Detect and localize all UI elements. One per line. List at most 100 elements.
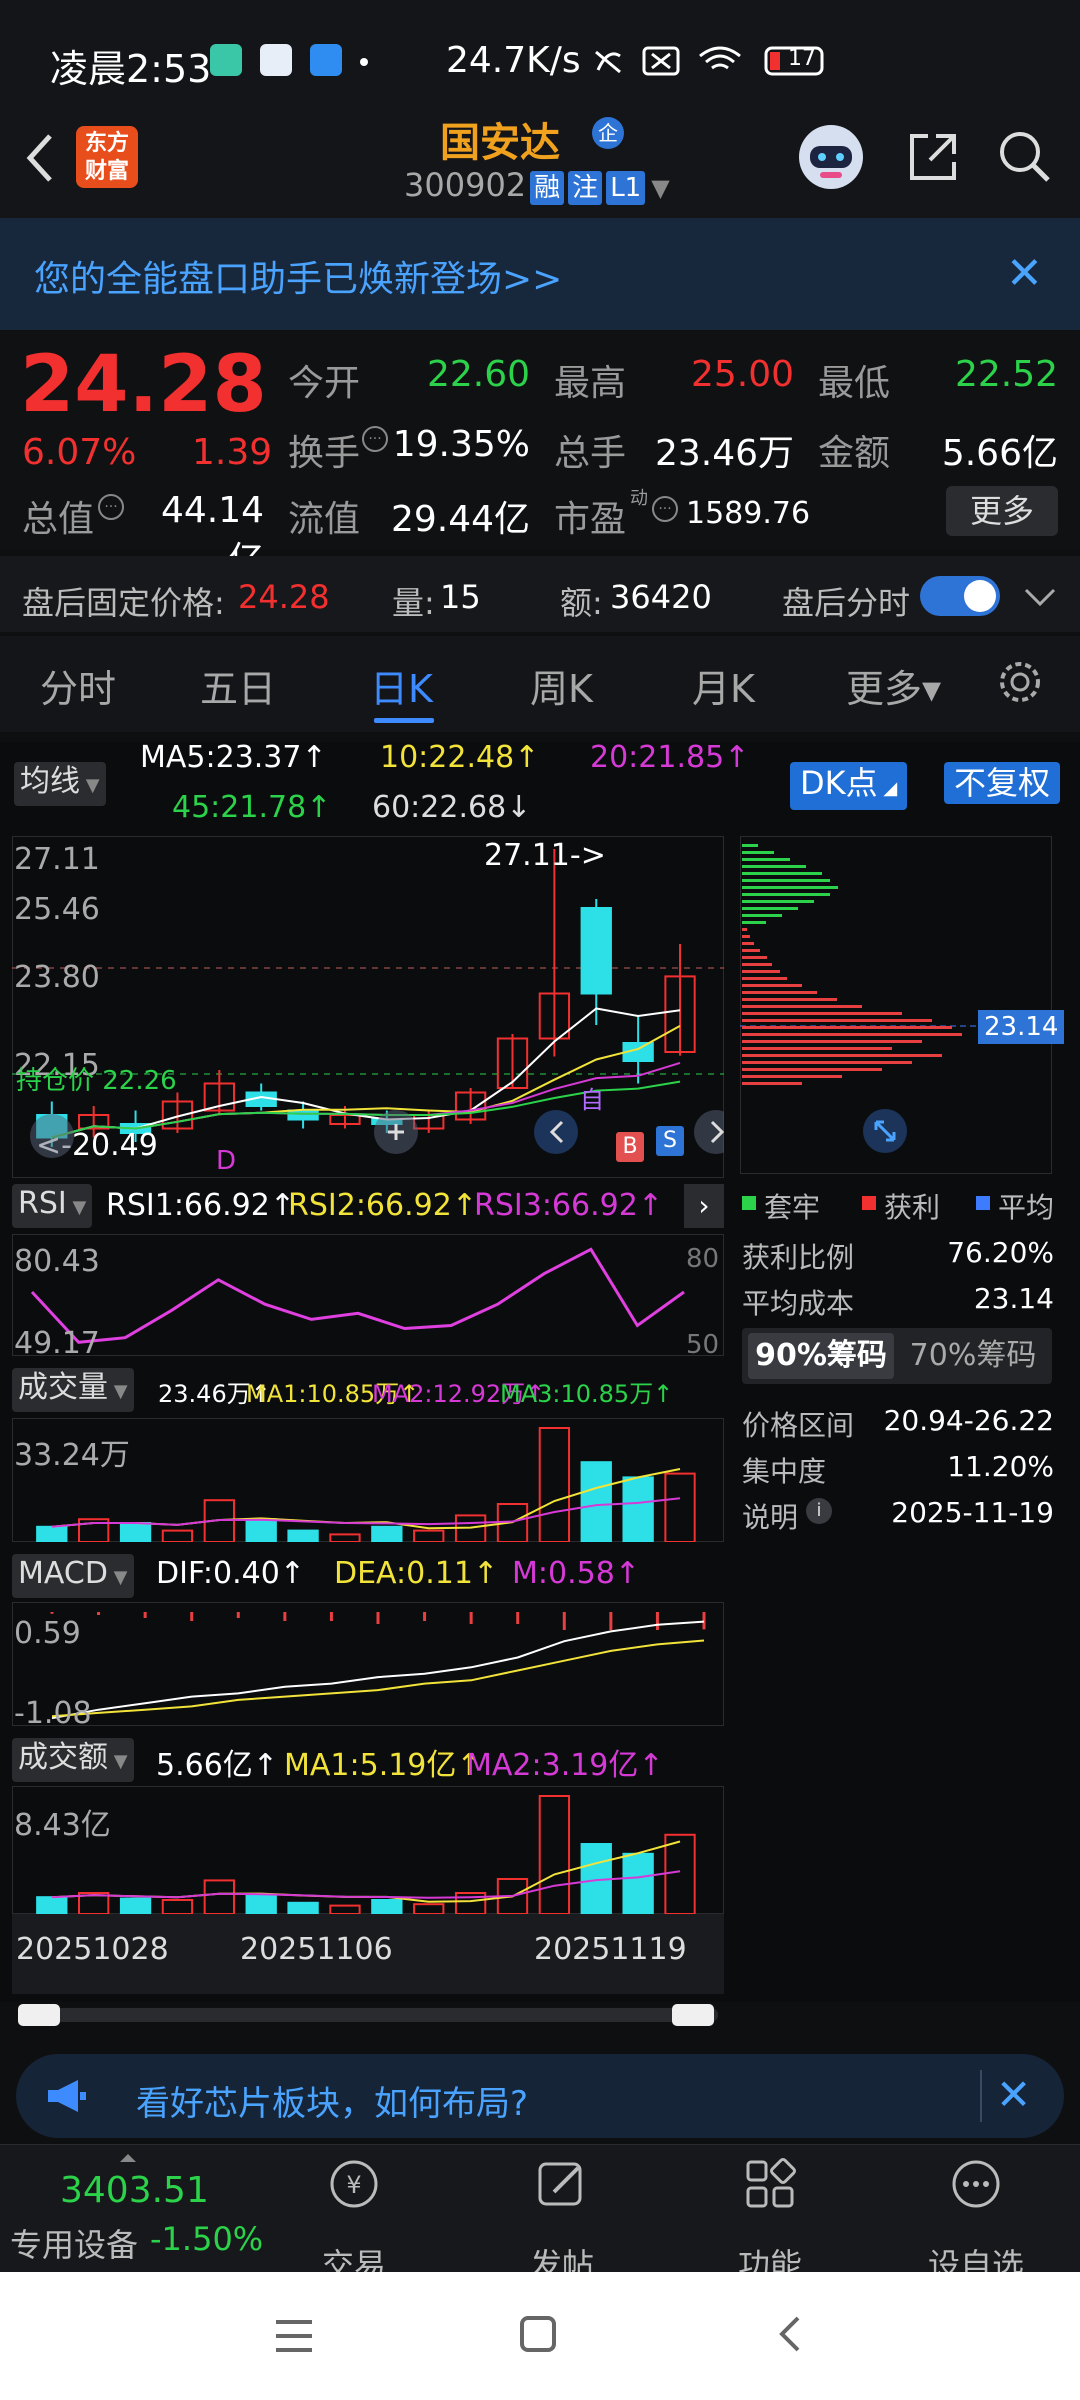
search-icon[interactable] <box>996 128 1052 184</box>
rsi-y-top: 80.43 <box>14 1244 100 1279</box>
notice-text[interactable]: 看好芯片板块，如何布局? <box>136 2076 528 2125</box>
volume-bar <box>119 1522 152 1542</box>
rsi-selector-label: RSI <box>18 1186 67 1221</box>
function-icon[interactable] <box>742 2156 798 2212</box>
fuquan-button[interactable]: 不复权 <box>944 762 1061 804</box>
share-icon[interactable] <box>906 130 960 184</box>
stock-code-line[interactable]: 300902 融注 L1 ▼ <box>404 166 670 205</box>
peak-price-label: 27.11-> <box>484 838 606 873</box>
tab-daily-k[interactable]: 日K <box>370 658 433 713</box>
avg-cost-tag: 23.14 <box>978 1010 1065 1044</box>
sector-index[interactable]: 3403.51 专用设备 -1.50% <box>0 2150 263 2270</box>
tab-intraday[interactable]: 分时 <box>40 658 116 713</box>
volume-bar <box>245 1518 277 1542</box>
high-value: 25.00 <box>690 354 794 395</box>
range-scrollbar[interactable] <box>18 2008 718 2022</box>
open-label: 今开 <box>288 363 361 404</box>
amount-ma1: MA1:5.19亿↑ <box>284 1748 482 1783</box>
dk-point-button[interactable]: DK点 ◢ <box>790 762 908 810</box>
volume-bar <box>161 1529 194 1542</box>
chevron-right-icon[interactable]: › <box>684 1184 724 1228</box>
tab-weekly-k[interactable]: 周K <box>530 658 593 713</box>
ma20-label: 20:21.85↑ <box>590 740 750 775</box>
amount-bar <box>413 1903 445 1914</box>
legend-avg-swatch <box>976 1196 990 1210</box>
info-icon[interactable]: ··· <box>98 494 124 520</box>
dea-line <box>51 1639 705 1718</box>
trade-icon[interactable]: ¥ <box>326 2156 382 2212</box>
post-icon[interactable] <box>534 2156 590 2212</box>
low-label: 最低 <box>818 363 891 404</box>
range-handle-right[interactable] <box>672 2004 714 2026</box>
rsi3-label: RSI3:66.92↑ <box>474 1188 663 1223</box>
amount-chart <box>36 1795 696 1914</box>
chip-bar-trapped <box>742 886 838 889</box>
macd-m: M:0.58↑ <box>512 1556 640 1591</box>
amount-bar <box>371 1899 403 1914</box>
tab-more[interactable]: 更多▾ <box>846 658 941 713</box>
expand-icon[interactable] <box>860 1106 910 1156</box>
chevron-down-icon[interactable] <box>1022 582 1058 612</box>
chip-bar-trapped <box>742 851 774 854</box>
legend-trapped-swatch <box>742 1196 756 1210</box>
amount-y-top: 8.43亿 <box>14 1808 111 1843</box>
info-icon[interactable]: ··· <box>652 496 678 522</box>
macd-selector-label: MACD <box>18 1556 108 1591</box>
tab-monthly-k[interactable]: 月K <box>692 658 755 713</box>
volume-selector[interactable]: 成交量 ▼ <box>12 1368 134 1412</box>
info-icon[interactable]: i <box>806 1498 832 1524</box>
tab-chip-90[interactable]: 90%筹码 <box>748 1333 894 1379</box>
rsi-selector[interactable]: RSI ▼ <box>12 1184 93 1228</box>
close-icon[interactable]: ✕ <box>1006 252 1043 296</box>
volume-bar <box>36 1525 68 1542</box>
price-range-label: 价格区间 <box>742 1409 855 1442</box>
chip-bar-profit <box>742 1068 882 1071</box>
high-label: 最高 <box>554 363 627 404</box>
note-date: 2025-11-19 <box>891 1496 1054 1529</box>
tag-registered: 注 <box>568 171 603 205</box>
volume-selector-label: 成交量 <box>18 1370 108 1405</box>
after-hours-toggle[interactable] <box>920 576 1000 616</box>
notice-divider <box>980 2070 982 2122</box>
chip-bar-trapped <box>742 893 830 896</box>
chip-bar-profit <box>742 928 747 931</box>
volume-bar <box>371 1525 403 1542</box>
turnover-label: 换手 <box>288 433 361 474</box>
ma-selector[interactable]: 均线 ▼ <box>14 762 106 806</box>
close-icon[interactable]: ✕ <box>996 2070 1031 2119</box>
tab-5day[interactable]: 五日 <box>200 658 276 713</box>
more-dots-icon[interactable] <box>948 2156 1004 2212</box>
volume-bar <box>329 1533 361 1542</box>
info-icon[interactable]: ··· <box>362 426 388 452</box>
chip-bar-trapped <box>742 907 798 910</box>
after-vol: 15 <box>440 578 481 616</box>
more-button[interactable]: 更多 <box>946 486 1058 536</box>
eastmoney-logo: 东方财富 <box>76 126 138 188</box>
volume-bar <box>413 1529 445 1542</box>
menu-icon[interactable] <box>272 2316 316 2356</box>
amount-bar <box>329 1904 361 1914</box>
back-nav-icon[interactable] <box>772 2314 808 2354</box>
after-price-label: 盘后固定价格: <box>22 584 225 622</box>
chip-bar-profit <box>742 998 837 1001</box>
float-cap-value: 29.44亿 <box>390 499 530 540</box>
after-amt: 36420 <box>610 578 712 616</box>
tag-margin: 融 <box>530 171 565 205</box>
change-pct: 6.07% <box>22 432 137 473</box>
rsi-line <box>30 1247 685 1344</box>
range-handle-left[interactable] <box>18 2004 60 2026</box>
tab-chip-70[interactable]: 70%筹码 <box>900 1333 1046 1379</box>
battery-level: 17 <box>788 46 816 71</box>
gear-icon[interactable] <box>996 658 1044 706</box>
status-bar: 凌晨2:53 24.7K/s 17 <box>0 0 1080 120</box>
banner-text[interactable]: 您的全能盘口助手已焕新登场>> <box>34 250 562 302</box>
dif-line <box>51 1620 705 1720</box>
volume-bar <box>538 1427 571 1542</box>
macd-selector[interactable]: MACD ▼ <box>12 1554 134 1598</box>
home-icon[interactable] <box>518 2314 558 2354</box>
concentration-value: 11.20% <box>947 1450 1054 1483</box>
robot-assistant-icon[interactable] <box>796 122 866 192</box>
back-icon[interactable] <box>22 128 58 188</box>
amount-selector[interactable]: 成交额 ▼ <box>12 1738 134 1782</box>
chip-bar-profit <box>742 1033 962 1036</box>
